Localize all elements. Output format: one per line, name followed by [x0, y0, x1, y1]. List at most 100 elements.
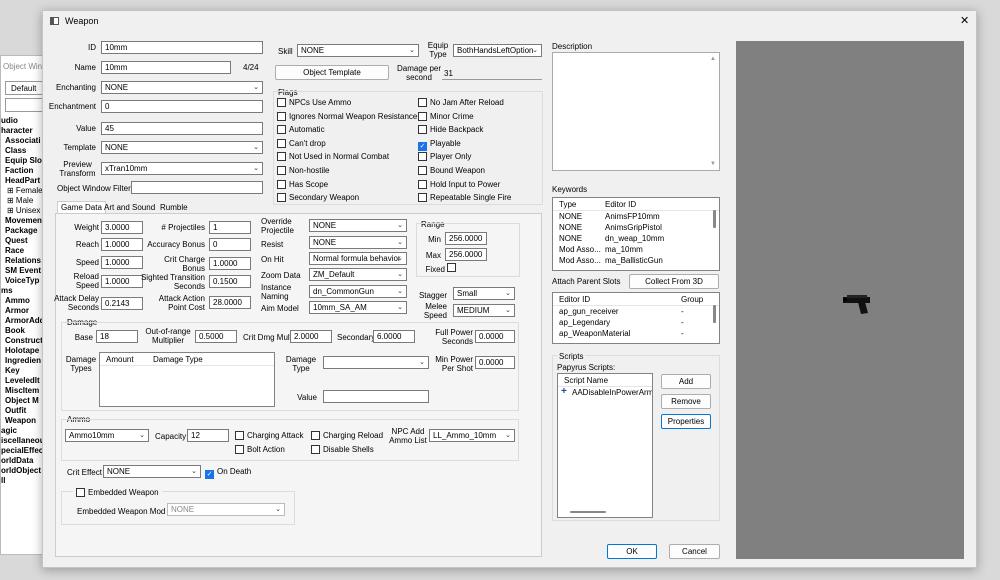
- bg-tree-item[interactable]: Associati: [1, 136, 47, 146]
- script-name-column-header[interactable]: Script Name: [564, 376, 608, 385]
- damage-types-list[interactable]: Amount Damage Type: [99, 352, 275, 407]
- flag-checkbox[interactable]: Repeatable Single Fire: [418, 193, 511, 203]
- flag-checkbox[interactable]: Player Only: [418, 152, 471, 162]
- instance-naming-select[interactable]: dn_CommonGun ⌄: [309, 285, 407, 298]
- group-column-header[interactable]: Group: [681, 295, 703, 304]
- bg-tree-item[interactable]: iscellaneou: [1, 436, 47, 446]
- bg-tree-item[interactable]: Outfit: [1, 406, 47, 416]
- enchantment-field[interactable]: 0: [101, 100, 263, 113]
- id-field[interactable]: 10mm: [101, 41, 263, 54]
- keyword-row[interactable]: NONE AnimsFP10mm: [553, 211, 719, 222]
- embedded-weapon-mod-select[interactable]: NONE ⌄: [167, 503, 285, 516]
- bg-tree-item[interactable]: HeadPart: [1, 176, 47, 186]
- bg-tree-item[interactable]: ms: [1, 286, 47, 296]
- charging-reload-checkbox[interactable]: Charging Reload: [311, 431, 383, 441]
- crit-effect-select[interactable]: NONE ⌄: [103, 465, 201, 478]
- secondary-field[interactable]: 6.0000: [373, 330, 415, 343]
- bg-tree-item[interactable]: ArmorAdd: [1, 316, 47, 326]
- bg-tree-item[interactable]: Class: [1, 146, 47, 156]
- flag-checkbox[interactable]: Bound Weapon: [418, 166, 485, 176]
- bolt-action-checkbox[interactable]: Bolt Action: [235, 445, 285, 455]
- scroll-down-icon[interactable]: ▼: [710, 161, 716, 167]
- attach-parent-slots-list[interactable]: Editor ID Group ap_gun_receiver - ap_Legend…: [552, 292, 720, 344]
- bg-tree-item[interactable]: agic: [1, 426, 47, 436]
- skill-select[interactable]: NONE ⌄: [297, 44, 419, 57]
- bg-tree-item[interactable]: Race: [1, 246, 47, 256]
- description-textarea[interactable]: ▲ ▼: [552, 52, 720, 171]
- flag-checkbox[interactable]: Minor Crime: [418, 111, 474, 122]
- disable-shells-checkbox[interactable]: Disable Shells: [311, 445, 374, 455]
- bg-tree-item[interactable]: Object M: [1, 396, 47, 406]
- remove-script-button[interactable]: Remove: [661, 394, 711, 409]
- close-icon[interactable]: ✕: [960, 15, 969, 27]
- bg-tree-item[interactable]: Holotape: [1, 346, 47, 356]
- bg-tree-item[interactable]: VoiceTyp: [1, 276, 47, 286]
- crit-charge-field[interactable]: 1.0000: [209, 257, 251, 270]
- flag-checkbox[interactable]: Can't drop: [277, 138, 326, 149]
- damage-base-field[interactable]: 18: [96, 330, 138, 343]
- bg-tree-item[interactable]: Construct: [1, 336, 47, 346]
- charging-attack-checkbox[interactable]: Charging Attack: [235, 431, 303, 441]
- keywords-list[interactable]: Type Editor ID NONE AnimsFP10mm NONE AnimsGr…: [552, 197, 720, 271]
- accuracy-bonus-field[interactable]: 0: [209, 238, 251, 251]
- ap-cost-field[interactable]: 28.0000: [209, 296, 251, 309]
- speed-field[interactable]: 1.0000: [101, 256, 143, 269]
- on-death-checkbox[interactable]: ✓ On Death: [205, 467, 251, 479]
- ok-button[interactable]: OK: [607, 544, 657, 559]
- bg-tree-item[interactable]: Book: [1, 326, 47, 336]
- capacity-field[interactable]: 12: [187, 429, 229, 442]
- bg-tree-item[interactable]: Key: [1, 366, 47, 376]
- bg-tree-item[interactable]: MiscItem: [1, 386, 47, 396]
- cancel-button[interactable]: Cancel: [669, 544, 720, 559]
- bg-tree-item[interactable]: ll: [1, 476, 47, 486]
- flag-checkbox[interactable]: Has Scope: [277, 179, 328, 190]
- flag-checkbox[interactable]: Ignores Normal Weapon Resistance: [277, 111, 417, 122]
- attach-editor-id-column-header[interactable]: Editor ID: [559, 295, 590, 304]
- bg-tree-item[interactable]: Package: [1, 226, 47, 236]
- reach-field[interactable]: 1.0000: [101, 238, 143, 251]
- sighted-transition-field[interactable]: 0.1500: [209, 275, 251, 288]
- object-template-button[interactable]: Object Template: [275, 65, 389, 80]
- out-of-range-field[interactable]: 0.5000: [195, 330, 237, 343]
- resist-select[interactable]: NONE ⌄: [309, 236, 407, 249]
- damage-value-field[interactable]: [323, 390, 429, 403]
- bg-tree-item[interactable]: Equip Slo: [1, 156, 47, 166]
- template-select[interactable]: NONE ⌄: [101, 141, 263, 154]
- attach-slot-row[interactable]: ap_gun_receiver -: [553, 306, 719, 317]
- bg-tree-item[interactable]: Quest: [1, 236, 47, 246]
- scroll-up-icon[interactable]: ▲: [710, 56, 716, 62]
- embedded-weapon-checkbox[interactable]: Embedded Weapon: [73, 488, 162, 498]
- bg-tree-item[interactable]: ⊞ Unisex: [1, 206, 47, 216]
- attack-delay-field[interactable]: 0.2143: [101, 297, 143, 310]
- bg-tree-item[interactable]: udio: [1, 116, 47, 126]
- name-field[interactable]: 10mm: [101, 61, 231, 74]
- scripts-list[interactable]: Script Name + AADisableInPowerArmo: [557, 373, 653, 518]
- attach-slot-row[interactable]: ap_Legendary -: [553, 317, 719, 328]
- projectiles-field[interactable]: 1: [209, 221, 251, 234]
- melee-speed-select[interactable]: MEDIUM ⌄: [453, 304, 515, 317]
- bg-tree-item[interactable]: SM Event: [1, 266, 47, 276]
- stagger-select[interactable]: Small ⌄: [453, 287, 515, 300]
- range-max-field[interactable]: 256.0000: [445, 248, 487, 261]
- amount-column-header[interactable]: Amount: [106, 355, 134, 364]
- zoom-data-select[interactable]: ZM_Default ⌄: [309, 268, 407, 281]
- keyword-row[interactable]: NONE dn_weap_10mm: [553, 233, 719, 244]
- bg-object-tree[interactable]: udio haracter Associati Class Equip Slo Facti…: [1, 116, 47, 486]
- bg-tree-item[interactable]: Ammo: [1, 296, 47, 306]
- enchanting-select[interactable]: NONE ⌄: [101, 81, 263, 94]
- bg-tree-item[interactable]: orldData: [1, 456, 47, 466]
- range-min-field[interactable]: 256.0000: [445, 232, 487, 245]
- aim-model-select[interactable]: 10mm_SA_AM ⌄: [309, 301, 407, 314]
- bg-tree-item[interactable]: Faction: [1, 166, 47, 176]
- bg-tree-item[interactable]: Movemen: [1, 216, 47, 226]
- bg-tree-item[interactable]: haracter: [1, 126, 47, 136]
- range-fixed-checkbox[interactable]: [447, 263, 456, 272]
- flag-checkbox[interactable]: Automatic: [277, 125, 325, 135]
- flag-checkbox[interactable]: Secondary Weapon: [277, 193, 359, 203]
- flag-checkbox[interactable]: Non-hostile: [277, 166, 329, 176]
- bg-tree-item[interactable]: Relations: [1, 256, 47, 266]
- attach-slot-row[interactable]: ap_WeaponMaterial -: [553, 328, 719, 339]
- bg-tree-item[interactable]: Ingredien: [1, 356, 47, 366]
- tab-game-data[interactable]: Game Data: [57, 201, 106, 213]
- flag-checkbox[interactable]: Not Used in Normal Combat: [277, 152, 389, 162]
